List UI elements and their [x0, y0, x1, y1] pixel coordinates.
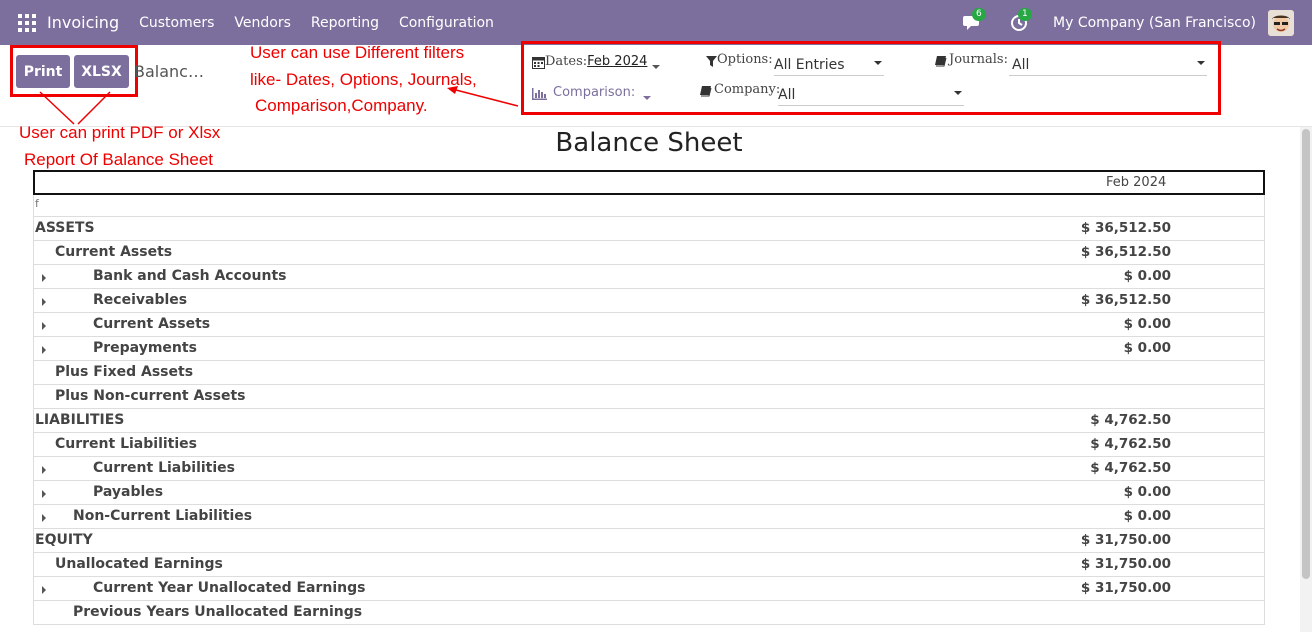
table-header: Feb 2024	[33, 170, 1265, 195]
table-row[interactable]: Current Liabilities $ 4,762.50	[33, 457, 1265, 481]
table-row: Current Liabilities $ 4,762.50	[33, 433, 1265, 457]
row-amount: $ 36,512.50	[1080, 220, 1171, 236]
row-account-name: Payables	[93, 484, 164, 500]
row-account-name: LIABILITIES	[35, 412, 125, 428]
scrollbar-thumb[interactable]	[1302, 129, 1310, 579]
row-account-name: EQUITY	[35, 532, 93, 548]
table-row[interactable]: Prepayments $ 0.00	[33, 337, 1265, 361]
table-row: EQUITY $ 31,750.00	[33, 529, 1265, 553]
page-scrollbar[interactable]	[1300, 127, 1312, 632]
row-amount: $ 4,762.50	[1090, 412, 1171, 428]
table-row: Unallocated Earnings $ 31,750.00	[33, 553, 1265, 577]
row-account-name: Current Year Unallocated Earnings	[93, 580, 366, 596]
row-account-name: Prepayments	[93, 340, 197, 356]
table-row[interactable]: Receivables $ 36,512.50	[33, 289, 1265, 313]
expand-caret-icon[interactable]	[42, 274, 46, 282]
expand-caret-icon[interactable]	[42, 586, 46, 594]
table-row: Plus Fixed Assets	[33, 361, 1265, 385]
table-row: Current Assets $ 36,512.50	[33, 241, 1265, 265]
row-amount: $ 31,750.00	[1080, 532, 1171, 548]
row-account-name: Non-Current Liabilities	[73, 508, 253, 524]
row-account-name: Current Liabilities	[55, 436, 197, 452]
balance-sheet-table: Feb 2024 f ASSETS $ 36,512.50 Current Asse…	[33, 170, 1265, 625]
table-row[interactable]: Payables $ 0.00	[33, 481, 1265, 505]
row-account-name: Previous Years Unallocated Earnings	[73, 604, 363, 620]
table-row[interactable]: Bank and Cash Accounts $ 0.00	[33, 265, 1265, 289]
expand-caret-icon[interactable]	[42, 490, 46, 498]
row-account-name: Plus Non-current Assets	[55, 388, 246, 404]
table-row[interactable]: Current Year Unallocated Earnings $ 31,75…	[33, 577, 1265, 601]
table-row: Previous Years Unallocated Earnings	[33, 601, 1265, 625]
row-account-name: Bank and Cash Accounts	[93, 268, 287, 284]
expand-caret-icon[interactable]	[42, 346, 46, 354]
table-row: ASSETS $ 36,512.50	[33, 217, 1265, 241]
table-row: LIABILITIES $ 4,762.50	[33, 409, 1265, 433]
column-header-period: Feb 2024	[1106, 175, 1167, 190]
row-account-name: Unallocated Earnings	[55, 556, 223, 572]
row-amount: $ 36,512.50	[1080, 244, 1171, 260]
row-account-name: Plus Fixed Assets	[55, 364, 194, 380]
row-amount: $ 36,512.50	[1080, 292, 1171, 308]
row-account-name: ASSETS	[35, 220, 95, 236]
row-amount: $ 31,750.00	[1080, 556, 1171, 572]
row-account-name: Current Assets	[55, 244, 173, 260]
row-amount: $ 4,762.50	[1090, 436, 1171, 452]
row-amount: $ 0.00	[1123, 508, 1171, 524]
report-title: Balance Sheet	[555, 128, 743, 158]
expand-caret-icon[interactable]	[42, 322, 46, 330]
table-row[interactable]: Non-Current Liabilities $ 0.00	[33, 505, 1265, 529]
row-amount: $ 4,762.50	[1090, 460, 1171, 476]
expand-caret-icon[interactable]	[42, 466, 46, 474]
expand-caret-icon[interactable]	[42, 514, 46, 522]
expand-caret-icon[interactable]	[42, 298, 46, 306]
table-row-marker: f	[33, 195, 1265, 217]
table-row[interactable]: Current Assets $ 0.00	[33, 313, 1265, 337]
row-amount: $ 0.00	[1123, 316, 1171, 332]
table-row: Plus Non-current Assets	[33, 385, 1265, 409]
row-amount: $ 0.00	[1123, 340, 1171, 356]
row-account-name: Receivables	[93, 292, 188, 308]
row-marker-text: f	[35, 197, 39, 210]
row-amount: $ 31,750.00	[1080, 580, 1171, 596]
row-amount: $ 0.00	[1123, 268, 1171, 284]
row-amount: $ 0.00	[1123, 484, 1171, 500]
row-account-name: Current Liabilities	[93, 460, 235, 476]
row-account-name: Current Assets	[93, 316, 211, 332]
